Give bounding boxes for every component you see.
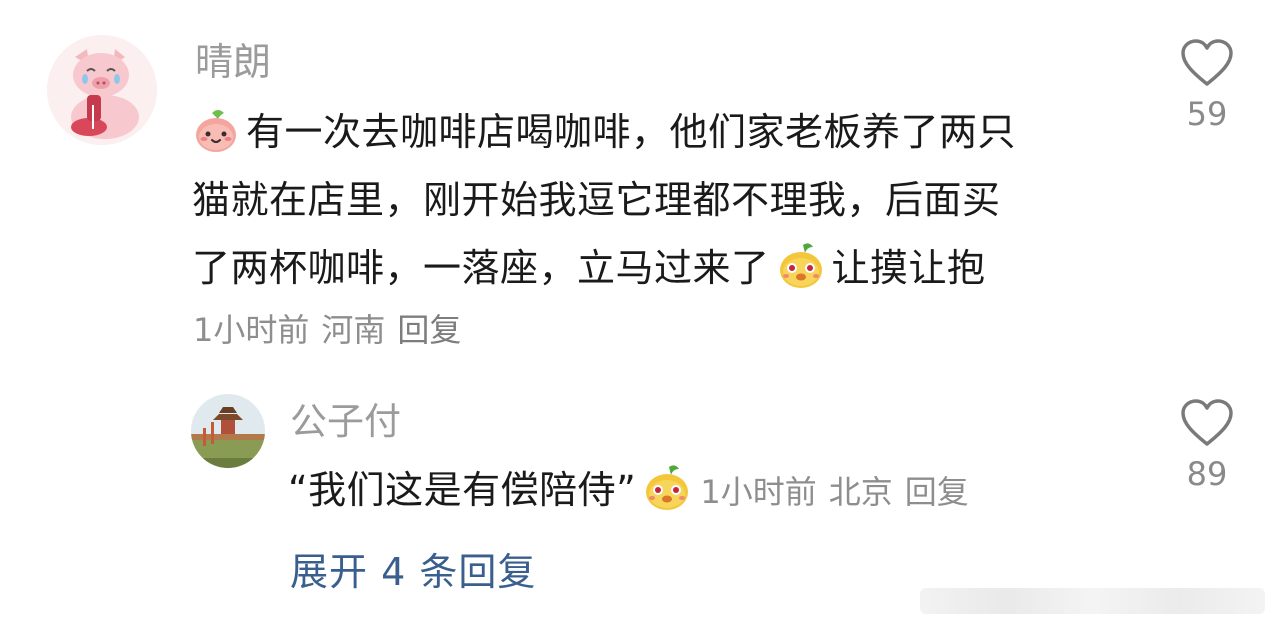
comment-like-count: 59 xyxy=(1186,95,1228,133)
comment-line-1: 有一次去咖啡店喝咖啡，他们家老板养了两只 xyxy=(246,110,1017,154)
comment-like-button[interactable]: 59 xyxy=(1162,38,1252,134)
yellow-bird-emoji-icon xyxy=(642,463,692,513)
comment-location: 河南 xyxy=(321,311,386,349)
pig-avatar-icon xyxy=(47,35,157,145)
smiling-peach-emoji-icon xyxy=(192,107,240,155)
comment-line-3: 了两杯咖啡，一落座，立马过来了 xyxy=(192,246,770,290)
yellow-bird-emoji-icon xyxy=(776,241,826,291)
user-avatar[interactable] xyxy=(47,35,157,145)
comment-line-3-suffix: 让摸让抱 xyxy=(831,246,986,290)
reply-user-avatar[interactable] xyxy=(191,394,265,468)
reply-meta: 1小时前 北京 回复 xyxy=(700,473,980,511)
comment-body: 有一次去咖啡店喝咖啡，他们家老板养了两只 猫就在店里，刚开始我逗它理都不理我，后… xyxy=(192,98,1132,302)
heart-icon xyxy=(1181,39,1233,86)
reply-text: “我们这是有偿陪侍” xyxy=(288,468,637,512)
comment-thread: 晴朗 有一次去咖啡店喝咖啡，他们家老板养了两只 猫就在店里，刚开始我逗它理都不理… xyxy=(0,0,1284,625)
watermark-bar xyxy=(920,588,1265,614)
reply-reply-button[interactable]: 回复 xyxy=(905,473,969,511)
comment-reply-button[interactable]: 回复 xyxy=(397,311,461,349)
reply-like-count: 89 xyxy=(1186,455,1228,493)
reply-location: 北京 xyxy=(828,473,893,511)
heart-icon xyxy=(1181,399,1233,446)
reply-time: 1小时前 xyxy=(700,473,817,511)
reply-username[interactable]: 公子付 xyxy=(290,398,401,446)
comment-time: 1小时前 xyxy=(193,311,310,349)
comment-meta: 1小时前 河南 回复 xyxy=(193,310,473,350)
reply-like-button[interactable]: 89 xyxy=(1162,398,1252,494)
expand-replies-link[interactable]: 展开 4 条回复 xyxy=(290,546,536,598)
comment-line-2: 猫就在店里，刚开始我逗它理都不理我，后面买 xyxy=(192,178,1001,222)
reply-body-line: “我们这是有偿陪侍” 1小时前 北京 回复 xyxy=(288,462,981,526)
comment-username[interactable]: 晴朗 xyxy=(195,38,271,86)
palace-photo-avatar-icon xyxy=(191,394,265,468)
